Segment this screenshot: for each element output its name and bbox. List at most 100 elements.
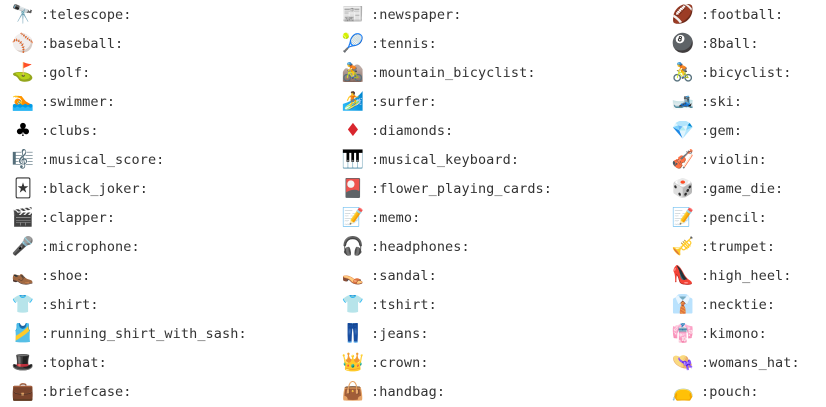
- emoji-shortcode: :gem:: [701, 122, 743, 139]
- emoji-list-item: 🎿:ski:: [672, 87, 826, 116]
- emoji-shortcode: :musical_keyboard:: [371, 151, 520, 168]
- trumpet-icon: 🎺: [671, 235, 695, 257]
- emoji-shortcode: :microphone:: [41, 238, 140, 255]
- mountain-bicyclist-icon: 🚵: [341, 61, 365, 83]
- emoji-list-item: 👠:high_heel:: [672, 261, 826, 290]
- clapper-board-icon: 🎬: [11, 206, 35, 228]
- emoji-list-item: 🎹:musical_keyboard:: [342, 145, 662, 174]
- emoji-shortcode: :trumpet:: [701, 238, 776, 255]
- emoji-list-item: 🎻 :violin:: [672, 145, 826, 174]
- emoji-list-item: 👘:kimono:: [672, 319, 826, 348]
- emoji-shortcode: :8ball:: [701, 35, 759, 52]
- emoji-shortcode: :flower_playing_cards:: [371, 180, 553, 197]
- emoji-shortcode: :shoe:: [41, 267, 91, 284]
- tennis-ball-icon: 🎾: [341, 32, 365, 54]
- emoji-shortcode: :clubs:: [41, 122, 99, 139]
- emoji-list-item: 💼 :briefcase:: [12, 377, 332, 406]
- violin-icon: 🎻: [671, 148, 695, 170]
- emoji-list-item: 🔭:telescope:: [12, 0, 332, 29]
- emoji-shortcode: :pencil:: [701, 209, 767, 226]
- football-icon: 🏈: [671, 3, 695, 25]
- emoji-shortcode: :swimmer:: [41, 93, 116, 110]
- emoji-shortcode: :golf:: [41, 64, 91, 81]
- running-shirt-icon: 🎽: [11, 322, 35, 344]
- shirt-icon: 👕: [11, 293, 35, 315]
- emoji-shortcode: :tennis:: [371, 35, 437, 52]
- emoji-list-item: 🎩 :tophat:: [12, 348, 332, 377]
- emoji-list-item: 👜 :handbag:: [342, 377, 662, 406]
- emoji-shortcode: :black_joker:: [41, 180, 148, 197]
- clubs-card-icon: ♣: [14, 119, 32, 141]
- diamonds-card-icon: ♦: [344, 119, 362, 141]
- emoji-shortcode: :headphones:: [371, 238, 470, 255]
- emoji-shortcode: :football:: [701, 6, 784, 23]
- necktie-icon: 👔: [671, 293, 695, 315]
- emoji-list-item: 👞:shoe:: [12, 261, 332, 290]
- emoji-list-item: 🎴 :flower_playing_cards:: [342, 174, 662, 203]
- flower-playing-cards-icon: 🎴: [341, 177, 365, 199]
- emoji-shortcode: :newspaper:: [371, 6, 462, 23]
- emoji-list-item: 🎬 :clapper:: [12, 203, 332, 232]
- emoji-shortcode: :sandal:: [371, 267, 437, 284]
- emoji-shortcode: :handbag:: [371, 383, 446, 400]
- emoji-list-item: 👖:jeans:: [342, 319, 662, 348]
- bicyclist-icon: 🚴: [671, 61, 695, 83]
- emoji-list-item: 🏄:surfer:: [342, 87, 662, 116]
- 8ball-icon: 🎱: [671, 32, 695, 54]
- pencil-icon: 📝: [671, 206, 695, 228]
- emoji-list-item: 🏈 :football:: [672, 0, 826, 29]
- emoji-shortcode: :violin:: [701, 151, 767, 168]
- emoji-list-item: 👡 :sandal:: [342, 261, 662, 290]
- emoji-shortcode: :womans_hat:: [701, 354, 800, 371]
- emoji-list-item: ♣ :clubs:: [12, 116, 332, 145]
- emoji-shortcode: :mountain_bicyclist:: [371, 64, 536, 81]
- emoji-list-item: 🎺 :trumpet:: [672, 232, 826, 261]
- emoji-list-item: 🚴 :bicyclist:: [672, 58, 826, 87]
- emoji-shortcode: :clapper:: [41, 209, 116, 226]
- emoji-shortcode: :necktie:: [701, 296, 776, 313]
- high-heel-icon: 👠: [671, 264, 695, 286]
- emoji-list-item: 👒 :womans_hat:: [672, 348, 826, 377]
- sandal-icon: 👡: [341, 264, 365, 286]
- black-joker-icon: 🃏: [13, 177, 33, 199]
- emoji-shortcode: :shirt:: [41, 296, 99, 313]
- golf-flag-icon: ⛳: [11, 61, 35, 83]
- baseball-icon: ⚾: [11, 32, 35, 54]
- tophat-icon: 🎩: [11, 351, 35, 373]
- emoji-list-item: 🎧:headphones:: [342, 232, 662, 261]
- emoji-shortcode: :tshirt:: [371, 296, 437, 313]
- emoji-shortcode: :tophat:: [41, 354, 107, 371]
- emoji-shortcode: :running_shirt_with_sash:: [41, 325, 247, 342]
- emoji-list-item: 🎾 :tennis:: [342, 29, 662, 58]
- womans-hat-icon: 👒: [671, 351, 695, 373]
- emoji-list-item: ⚾ :baseball:: [12, 29, 332, 58]
- emoji-shortcode: :baseball:: [41, 35, 124, 52]
- emoji-list-item: 🎲:game_die:: [672, 174, 826, 203]
- briefcase-icon: 💼: [11, 380, 35, 402]
- emoji-shortcode: :surfer:: [371, 93, 437, 110]
- newspaper-icon: 📰: [341, 3, 365, 25]
- musical-score-icon: 🎼: [11, 148, 35, 170]
- emoji-shortcode: :diamonds:: [371, 122, 454, 139]
- crown-icon: 👑: [341, 351, 365, 373]
- emoji-shortcode: :briefcase:: [41, 383, 132, 400]
- tshirt-icon: 👕: [341, 293, 365, 315]
- microphone-icon: 🎤: [11, 235, 35, 257]
- emoji-shortcode: :kimono:: [701, 325, 767, 342]
- pouch-icon: 👝: [671, 380, 695, 402]
- emoji-list-item: 📝 :pencil:: [672, 203, 826, 232]
- emoji-shortcode: :memo:: [371, 209, 421, 226]
- emoji-list-item: 💎:gem:: [672, 116, 826, 145]
- emoji-list-item: 🎽 :running_shirt_with_sash:: [12, 319, 332, 348]
- telescope-icon: 🔭: [11, 3, 35, 25]
- jeans-icon: 👖: [341, 322, 365, 344]
- emoji-list-item: 👑:crown:: [342, 348, 662, 377]
- emoji-list-item: 👝 :pouch:: [672, 377, 826, 406]
- emoji-list-item: 👕 :tshirt:: [342, 290, 662, 319]
- emoji-list-item: 🚵 :mountain_bicyclist:: [342, 58, 662, 87]
- emoji-shortcode: :bicyclist:: [701, 64, 792, 81]
- handbag-icon: 👜: [341, 380, 365, 402]
- emoji-shortcode: :pouch:: [701, 383, 759, 400]
- ski-icon: 🎿: [671, 90, 695, 112]
- emoji-shortcode: :game_die:: [701, 180, 784, 197]
